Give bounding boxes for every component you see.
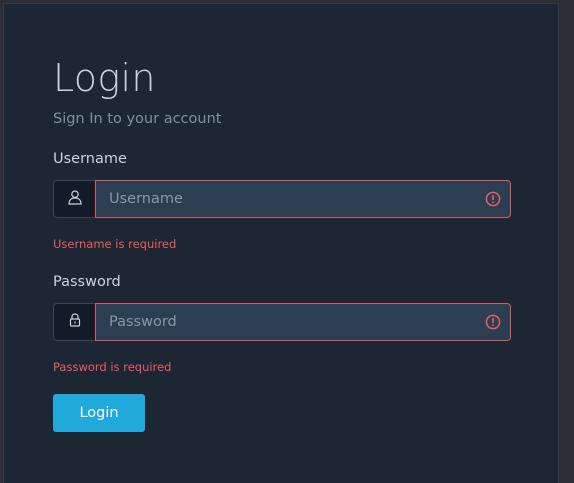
password-label: Password (53, 274, 121, 290)
page-title: Login (53, 56, 156, 100)
lock-icon (67, 312, 83, 332)
username-input-group (53, 180, 511, 218)
password-input-group (53, 303, 511, 341)
page-subtitle: Sign In to your account (53, 111, 222, 127)
password-addon (53, 303, 95, 341)
username-label: Username (53, 151, 127, 167)
login-card: Login Sign In to your account Username U… (3, 3, 559, 483)
username-error: Username is required (53, 237, 177, 251)
error-icon (485, 314, 501, 330)
password-input[interactable] (95, 303, 511, 341)
password-error: Password is required (53, 360, 172, 374)
error-icon (485, 191, 501, 207)
username-input[interactable] (95, 180, 511, 218)
username-input-wrapper (95, 180, 511, 218)
username-addon (53, 180, 95, 218)
user-icon (67, 189, 83, 209)
password-input-wrapper (95, 303, 511, 341)
login-button[interactable]: Login (53, 394, 145, 432)
